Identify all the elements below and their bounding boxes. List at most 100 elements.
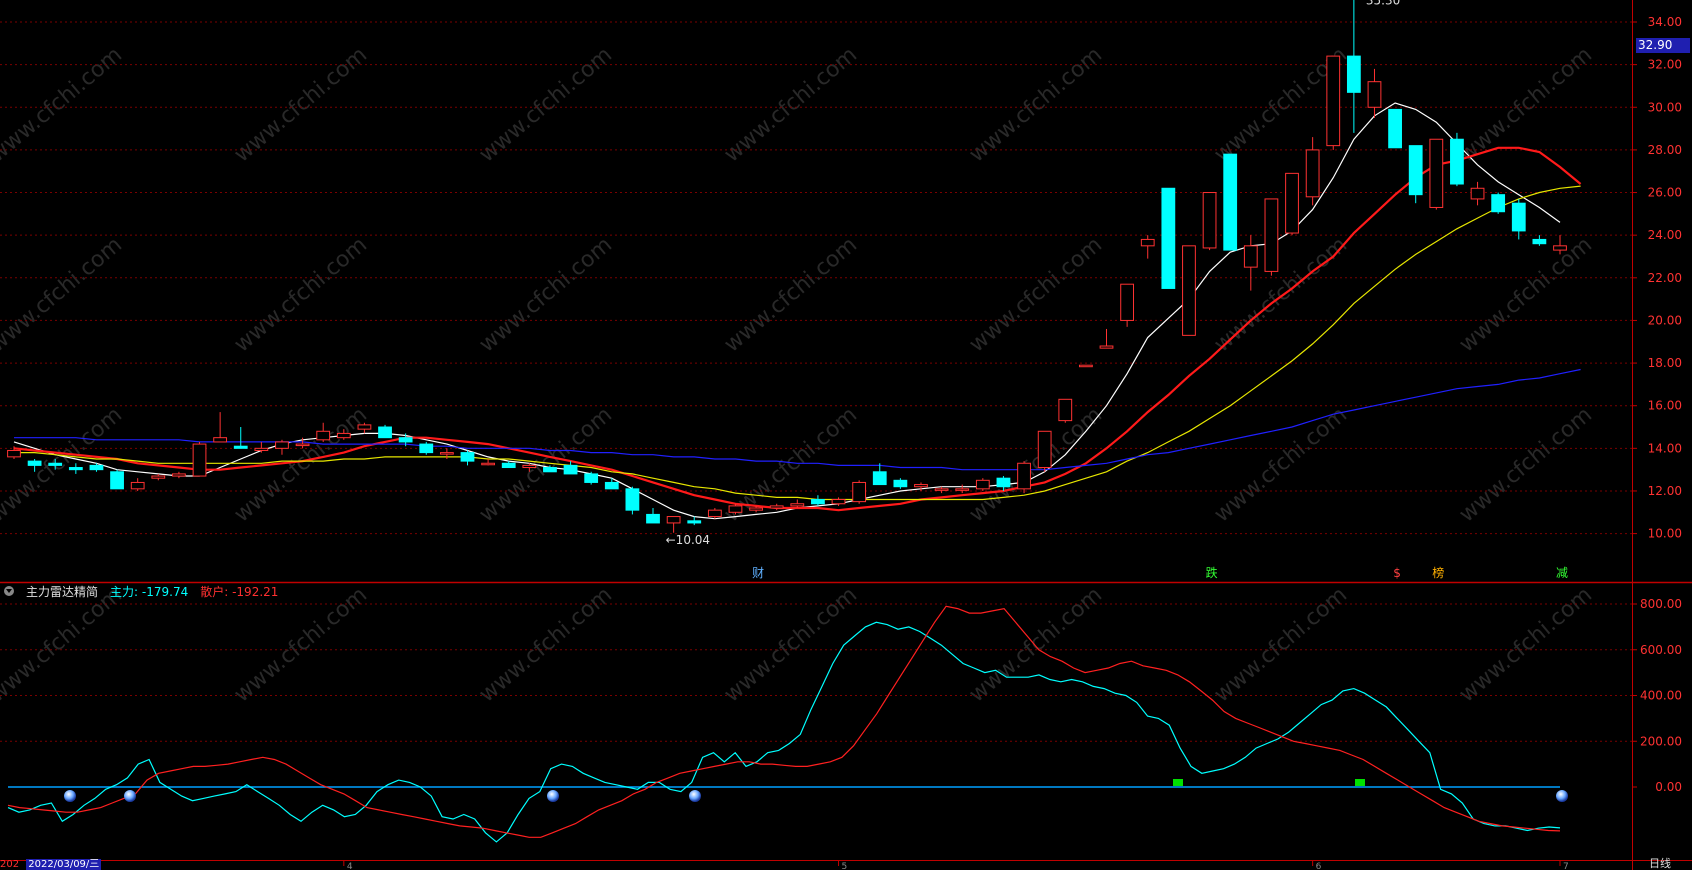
price-tick-label: 24.00: [1648, 228, 1682, 242]
candle-body-up: [914, 484, 928, 488]
high-label: 35.30: [1366, 0, 1400, 7]
watermark-text: www.cfchi.com: [965, 582, 1107, 707]
watermark-text: www.cfchi.com: [0, 232, 127, 357]
chart-canvas[interactable]: www.cfchi.com www.cfchi.com www.cfchi.com w…: [0, 0, 1692, 870]
candle-body-up: [1058, 398, 1073, 422]
candle-body-up: [749, 507, 763, 511]
price-tick-label: 32.00: [1648, 58, 1682, 72]
current-price-label: 32.90: [1636, 38, 1690, 53]
candle-body-up: [1243, 245, 1258, 268]
candle-body-down: [233, 445, 248, 449]
watermark-layer: www.cfchi.com www.cfchi.com www.cfchi.com w…: [0, 42, 1597, 707]
candle-body-up: [707, 509, 722, 518]
watermark-text: www.cfchi.com: [720, 582, 862, 707]
year-label: 202: [0, 859, 20, 870]
collapse-icon[interactable]: [4, 586, 14, 596]
period-selector[interactable]: 日线: [1649, 858, 1671, 870]
candle-body-up: [275, 441, 289, 449]
candle-body-down: [89, 464, 104, 471]
indicator-tick-label: 400.00: [1640, 689, 1682, 703]
retail-label: 散户:: [200, 584, 229, 599]
signal-orb-icon: [1556, 790, 1568, 802]
event-marker-die: 跌: [1206, 565, 1218, 580]
candle-body-down: [460, 452, 475, 462]
watermark-text: www.cfchi.com: [1210, 582, 1352, 707]
watermark-text: www.cfchi.com: [0, 42, 127, 167]
watermark-text: www.cfchi.com: [0, 582, 127, 707]
retail-value: -192.21: [232, 584, 279, 599]
event-marker-cai: 财: [752, 566, 764, 580]
indicator-header: 主力雷达精简 主力: -179.74 散户: -192.21: [4, 583, 278, 599]
month-label: 5: [842, 862, 848, 870]
candle-body-down: [625, 488, 640, 511]
signal-orb-icon: [124, 790, 136, 802]
candle-body-up: [7, 449, 21, 458]
candle-body-up: [1099, 345, 1114, 349]
price-tick-label: 10.00: [1648, 527, 1682, 541]
event-marker-dollar: $: [1393, 566, 1401, 580]
watermark-text: www.cfchi.com: [230, 42, 372, 167]
candle-body-down: [1223, 153, 1238, 251]
candle-body-up: [1285, 172, 1299, 234]
candle-body-up: [1037, 430, 1052, 469]
price-tick-label: 30.00: [1648, 100, 1682, 114]
month-label: 7: [1563, 862, 1569, 870]
candle-body-down: [398, 437, 413, 443]
candle-body-down: [584, 473, 599, 483]
watermark-text: www.cfchi.com: [965, 232, 1107, 357]
candle-body-up: [295, 443, 310, 447]
watermark-text: www.cfchi.com: [720, 232, 862, 357]
crosshair-date: 202 2022/03/09/三: [0, 859, 102, 870]
candle-body-down: [68, 467, 83, 471]
candle-body-up: [790, 503, 805, 507]
candle-body-up: [1264, 198, 1279, 272]
candle-body-up: [1140, 238, 1155, 247]
candle-body-down: [27, 460, 42, 466]
candle-body-up: [192, 443, 207, 477]
watermark-text: www.cfchi.com: [965, 42, 1107, 167]
signal-orb-icon: [689, 790, 701, 802]
candle-body-up: [1470, 187, 1485, 200]
candle-body-up: [1079, 364, 1093, 368]
month-label: 4: [347, 862, 353, 870]
candle-body-down: [501, 462, 516, 469]
candle-body-up: [151, 475, 166, 479]
date-label: 2022/03/09/三: [26, 859, 102, 870]
candle-body-down: [1532, 238, 1547, 245]
indicator-name[interactable]: 主力雷达精简: [26, 583, 98, 600]
candle-body-up: [336, 432, 351, 439]
watermark-text: www.cfchi.com: [475, 402, 617, 527]
candle-body-up: [357, 424, 372, 430]
price-tick-label: 20.00: [1648, 313, 1682, 327]
indicator-tick-label: 600.00: [1640, 643, 1682, 657]
watermark-text: www.cfchi.com: [1210, 402, 1352, 527]
watermark-text: www.cfchi.com: [230, 232, 372, 357]
low-label: ←10.04: [666, 533, 710, 547]
candle-body-up: [975, 479, 990, 490]
candle-body-up: [439, 452, 454, 455]
candle-body-down: [543, 467, 557, 473]
candle-body-up: [172, 473, 186, 477]
signal-square-icon: [1173, 779, 1183, 786]
month-label: 6: [1316, 862, 1322, 870]
candle-body-down: [419, 443, 434, 454]
event-marker-jian: 减: [1556, 566, 1568, 580]
stock-chart-window: www.cfchi.com www.cfchi.com www.cfchi.com w…: [0, 0, 1692, 870]
candle-body-up: [955, 488, 970, 491]
price-tick-label: 22.00: [1648, 271, 1682, 285]
signal-square-icon: [1355, 779, 1365, 786]
candle-body-down: [893, 479, 908, 488]
candle-body-down: [110, 471, 124, 490]
watermark-text: www.cfchi.com: [475, 232, 617, 357]
candle-body-down: [1450, 138, 1464, 185]
watermark-text: www.cfchi.com: [230, 402, 372, 527]
watermark-text: www.cfchi.com: [720, 42, 862, 167]
candle-body-up: [481, 462, 495, 466]
candle-body-down: [1346, 55, 1361, 93]
price-tick-label: 16.00: [1648, 399, 1682, 413]
candle-body-down: [378, 426, 392, 439]
candle-body-up: [522, 464, 537, 469]
price-tick-label: 34.00: [1648, 15, 1682, 29]
candle-body-up: [728, 505, 743, 513]
signal-orb-icon: [64, 790, 76, 802]
